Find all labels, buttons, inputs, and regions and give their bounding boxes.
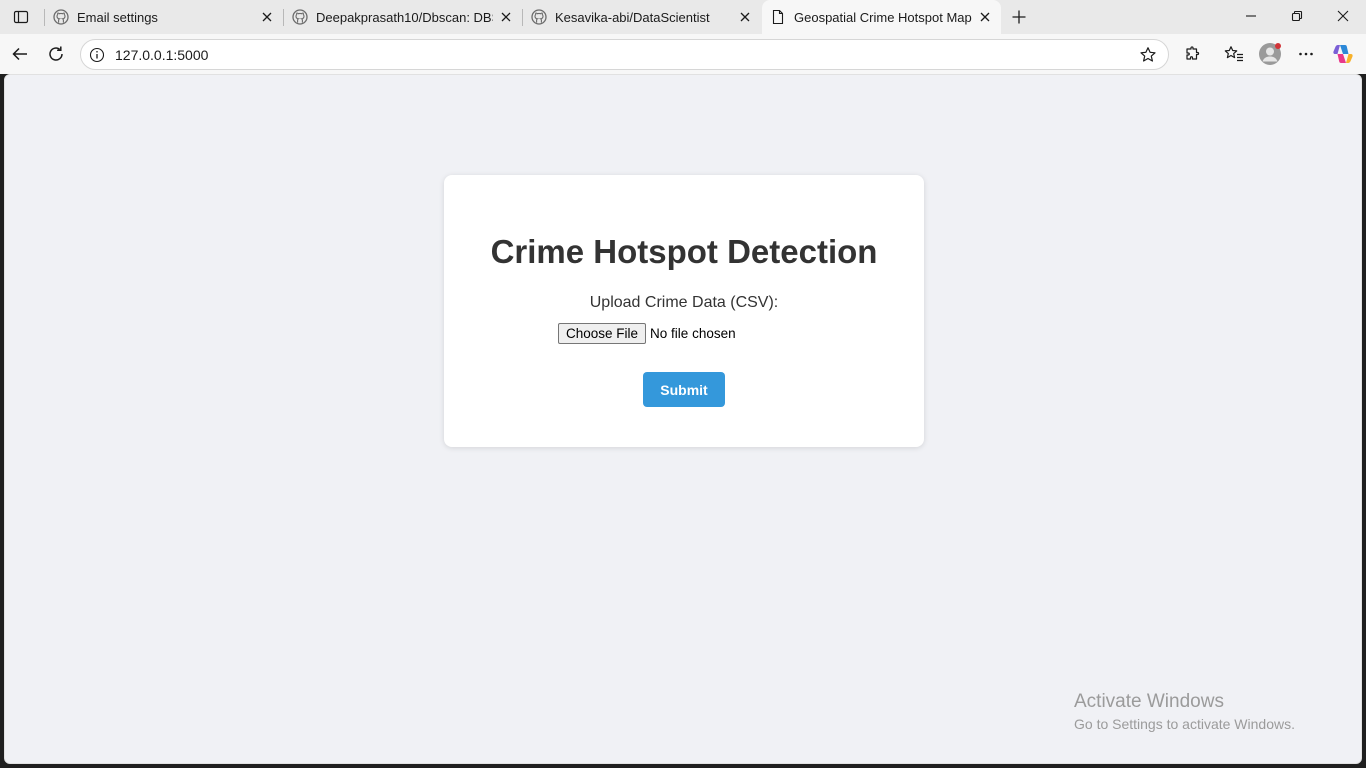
github-icon	[53, 9, 69, 25]
minimize-icon[interactable]	[1228, 0, 1274, 32]
choose-file-button[interactable]: Choose File	[558, 322, 647, 344]
close-tab-icon[interactable]	[977, 9, 993, 25]
tab-title: Geospatial Crime Hotspot Mapping	[794, 9, 972, 25]
tab-title: Deepakprasath10/Dbscan: DBSCAN	[316, 9, 493, 25]
tab-title: Kesavika-abi/DataScientist	[555, 9, 710, 25]
more-options-icon[interactable]	[1292, 40, 1320, 68]
tab-dbscan-repo[interactable]: Deepakprasath10/Dbscan: DBSCAN	[284, 0, 521, 34]
back-arrow-icon[interactable]	[6, 40, 34, 68]
copilot-icon[interactable]	[1329, 40, 1357, 68]
url-text: 127.0.0.1:5000	[115, 47, 209, 63]
watermark-title: Activate Windows	[1074, 691, 1224, 712]
profile-avatar[interactable]	[1256, 40, 1284, 68]
tab-email-settings[interactable]: Email settings	[45, 0, 282, 34]
address-bar[interactable]: 127.0.0.1:5000	[80, 39, 1169, 70]
browser-toolbar: 127.0.0.1:5000	[0, 34, 1366, 74]
github-icon	[292, 9, 308, 25]
file-input[interactable]: Choose File No file chosen	[558, 322, 736, 344]
tab-actions-icon[interactable]	[8, 5, 34, 29]
close-window-icon[interactable]	[1320, 0, 1366, 32]
favorite-star-icon[interactable]	[1138, 45, 1158, 65]
favorites-icon[interactable]	[1220, 40, 1248, 68]
tab-datascientist-repo[interactable]: Kesavika-abi/DataScientist	[523, 0, 760, 34]
close-tab-icon[interactable]	[259, 9, 275, 25]
close-tab-icon[interactable]	[737, 9, 753, 25]
page-title: Crime Hotspot Detection	[490, 233, 878, 270]
file-status-text: No file chosen	[650, 325, 736, 341]
tab-crime-hotspot-mapping[interactable]: Geospatial Crime Hotspot Mapping	[762, 0, 1001, 34]
site-info-icon[interactable]	[89, 47, 105, 63]
watermark-subtitle: Go to Settings to activate Windows.	[1074, 716, 1295, 732]
upload-label: Upload Crime Data (CSV):	[589, 294, 779, 311]
tab-strip: Email settings Deepakprasath10/Dbscan: D…	[0, 0, 1366, 34]
upload-card: Crime Hotspot Detection Upload Crime Dat…	[444, 175, 924, 447]
submit-button[interactable]: Submit	[643, 372, 725, 407]
windows-activation-watermark: Activate Windows Go to Settings to activ…	[1074, 691, 1295, 732]
extensions-icon[interactable]	[1179, 40, 1207, 68]
close-tab-icon[interactable]	[498, 9, 514, 25]
page-viewport: Crime Hotspot Detection Upload Crime Dat…	[4, 74, 1362, 764]
refresh-icon[interactable]	[42, 40, 70, 68]
github-icon	[531, 9, 547, 25]
new-tab-icon[interactable]	[1006, 4, 1032, 30]
document-icon	[770, 9, 786, 25]
restore-icon[interactable]	[1274, 0, 1320, 32]
tab-title: Email settings	[77, 9, 158, 25]
